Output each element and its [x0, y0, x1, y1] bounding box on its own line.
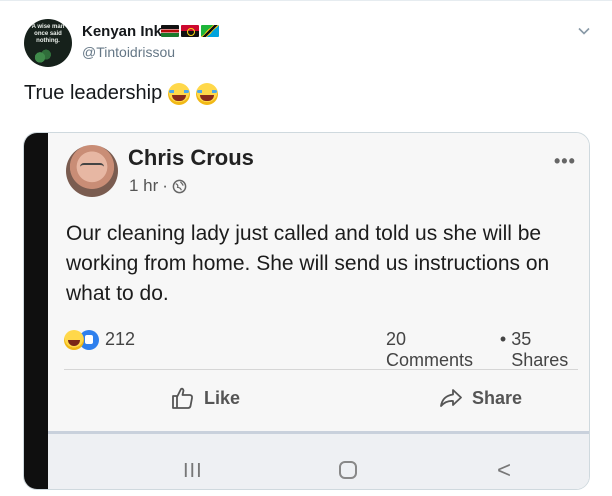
- stats-separator: •: [499, 329, 507, 349]
- photo-dark-edge: [24, 133, 48, 489]
- tweet-card[interactable]: A wise man once said nothing. Kenyan Ink…: [0, 0, 612, 496]
- reactions-count: 212: [105, 329, 136, 349]
- fb-time-text: 1 hr: [129, 176, 159, 195]
- fb-time-separator: ·: [162, 176, 168, 195]
- fb-author-name: Chris Crous: [128, 145, 254, 170]
- fb-post-time: 1 hr ·: [129, 176, 187, 196]
- android-navigation-bar: III <: [48, 431, 589, 489]
- more-dots-icon: •••: [554, 151, 576, 171]
- tanzania-flag-icon: [201, 25, 219, 37]
- tears-of-joy-emoji-icon: [196, 82, 219, 105]
- fb-author-avatar: [66, 145, 118, 197]
- comments-count: 20 Comments: [386, 329, 474, 370]
- tweet-author-name[interactable]: Kenyan Ink: [82, 23, 162, 40]
- tweet-author-avatar[interactable]: A wise man once said nothing.: [24, 19, 72, 67]
- flag-emojis: [161, 25, 219, 39]
- tweet-media-image[interactable]: Chris Crous 1 hr · ••• Our cleaning lady…: [23, 132, 590, 490]
- fb-reactions: 212: [64, 329, 135, 350]
- tears-of-joy-emoji-icon: [168, 82, 191, 105]
- fb-like-button: Like: [170, 385, 240, 411]
- thumbs-up-icon: [172, 387, 193, 409]
- fb-share-button: Share: [438, 385, 522, 411]
- haha-reaction-icon: [64, 329, 84, 350]
- share-arrow-icon: [440, 389, 462, 407]
- kenya-flag-icon: [161, 25, 179, 37]
- fb-post-body: Our cleaning lady just called and told u…: [66, 222, 550, 305]
- globe-icon: [172, 179, 187, 193]
- avatar-text: A wise man once said nothing.: [31, 24, 65, 44]
- share-label: Share: [472, 387, 523, 408]
- fb-divider: [64, 369, 578, 370]
- chevron-down-icon[interactable]: [578, 25, 590, 37]
- tweet-text-content: True leadership: [24, 82, 163, 104]
- angola-flag-icon: [181, 25, 199, 37]
- home-icon: [339, 461, 357, 479]
- avatar-plant-graphic: [32, 49, 52, 63]
- like-label: Like: [204, 387, 241, 408]
- fb-post-stats: 20 Comments • 35 Shares: [386, 329, 589, 371]
- tweet-text: True leadership: [24, 82, 219, 105]
- back-icon: <: [497, 457, 512, 484]
- recent-apps-icon: III: [183, 460, 203, 482]
- tweet-author-handle[interactable]: @Tintoidrissou: [82, 44, 175, 60]
- shares-count: 35 Shares: [511, 329, 569, 370]
